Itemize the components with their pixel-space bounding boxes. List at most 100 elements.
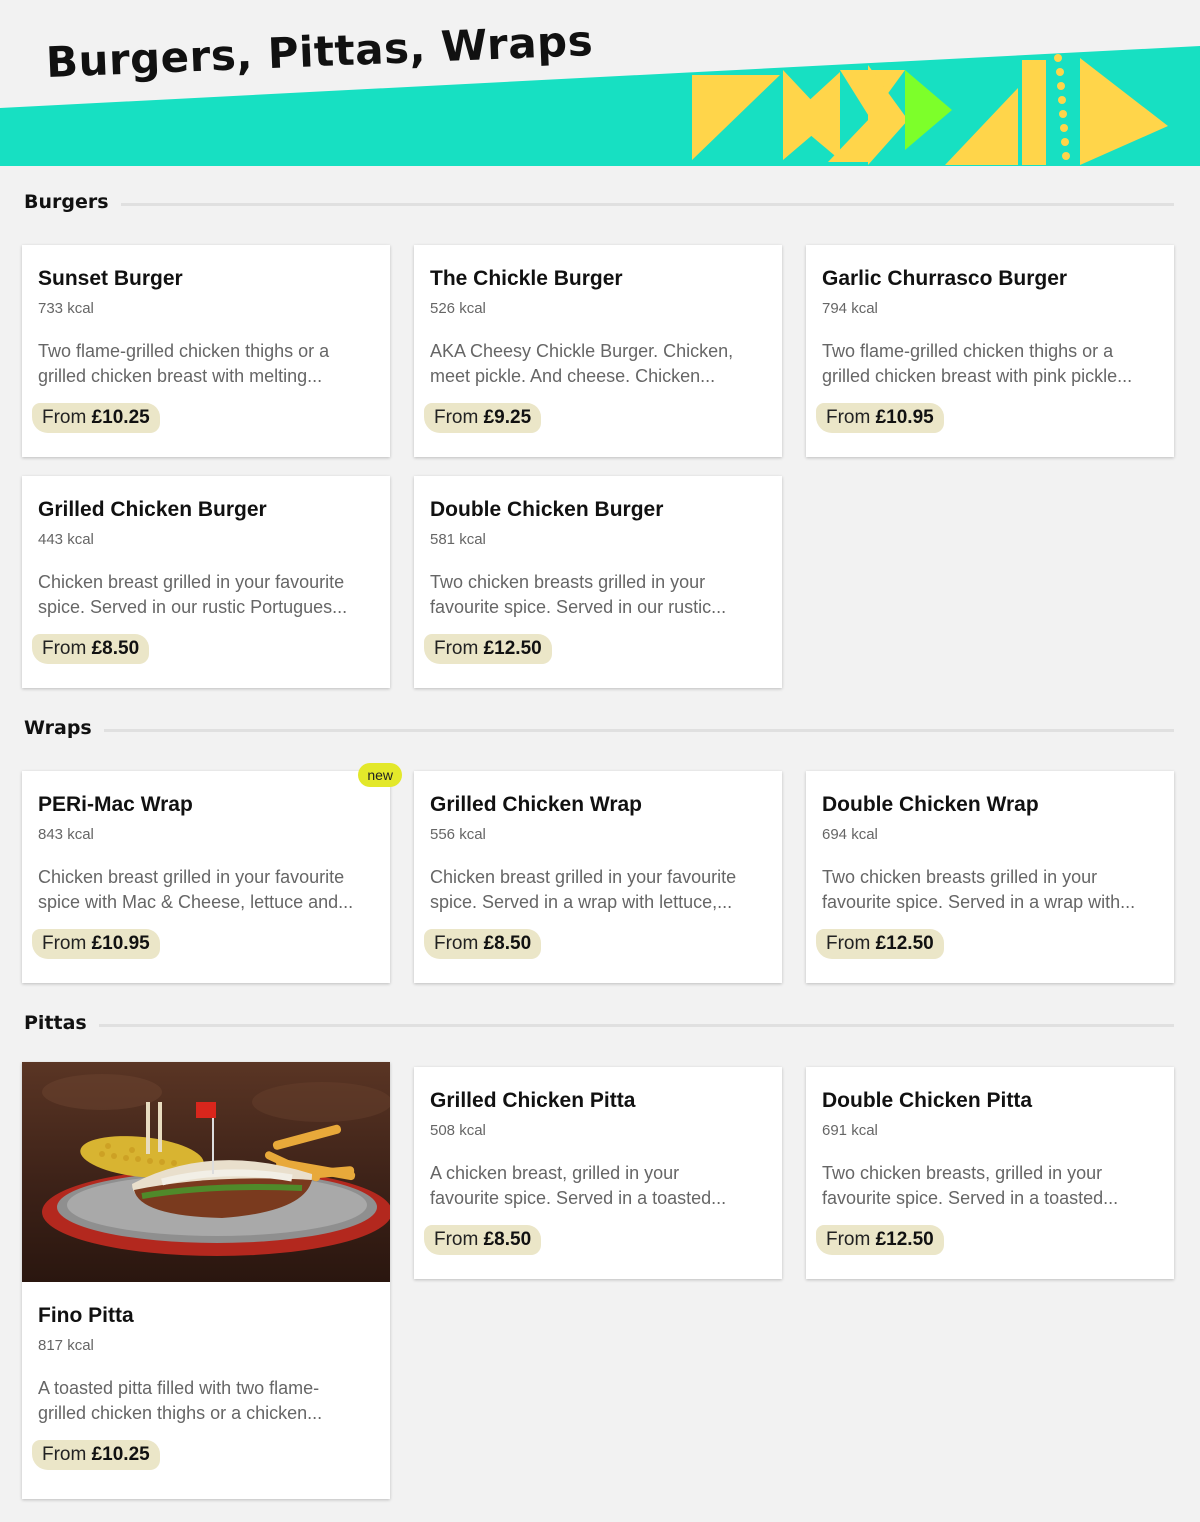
item-name: Double Chicken Burger	[430, 498, 664, 521]
price-prefix: From	[826, 1229, 871, 1250]
menu-card-double-chicken-burger[interactable]: Double Chicken Burger 581 kcal Two chick…	[414, 476, 782, 688]
menu-card-garlic-churrasco-burger[interactable]: Garlic Churrasco Burger 794 kcal Two fla…	[806, 245, 1174, 457]
item-description-line: favourite spice. Served in a toasted...	[822, 1188, 1119, 1208]
item-kcal: 794 kcal	[822, 300, 878, 317]
price-prefix: From	[434, 1229, 479, 1250]
item-description: Two chicken breasts grilled in your favo…	[822, 865, 1158, 915]
item-name: PERi-Mac Wrap	[38, 793, 193, 816]
item-description: Two chicken breasts, grilled in your fav…	[822, 1161, 1158, 1211]
price-value: £12.50	[875, 1229, 934, 1250]
section-title: Wraps	[24, 717, 92, 739]
item-description-line: grilled chicken breast with melting...	[38, 366, 323, 386]
item-name: Garlic Churrasco Burger	[822, 267, 1068, 290]
item-description: A chicken breast, grilled in your favour…	[430, 1161, 766, 1211]
item-description-line: spice with Mac & Cheese, lettuce and...	[38, 892, 354, 912]
item-description-line: Two flame-grilled chicken thighs or a	[38, 341, 330, 361]
item-kcal: 694 kcal	[822, 826, 878, 843]
item-kcal: 691 kcal	[822, 1122, 878, 1139]
item-description: Two chicken breasts grilled in your favo…	[430, 570, 766, 620]
price-value: £10.95	[91, 933, 150, 954]
item-kcal: 443 kcal	[38, 531, 94, 548]
header-banner: Burgers, Pittas, Wraps	[0, 0, 1200, 166]
price-value: £12.50	[483, 638, 542, 659]
price-tag: From £10.25	[32, 403, 160, 433]
item-description: AKA Cheesy Chickle Burger. Chicken, meet…	[430, 339, 766, 389]
menu-card-grilled-chicken-burger[interactable]: Grilled Chicken Burger 443 kcal Chicken …	[22, 476, 390, 688]
item-description-line: favourite spice. Served in a toasted...	[430, 1188, 727, 1208]
item-description-line: Two chicken breasts grilled in your	[430, 572, 706, 592]
item-name: Grilled Chicken Pitta	[430, 1089, 636, 1112]
item-name: Double Chicken Wrap	[822, 793, 1039, 816]
item-kcal: 556 kcal	[430, 826, 486, 843]
price-value: £10.25	[91, 407, 150, 428]
item-description: Two flame-grilled chicken thighs or a gr…	[38, 339, 374, 389]
item-kcal: 581 kcal	[430, 531, 486, 548]
price-tag: From £8.50	[32, 634, 150, 664]
price-tag: From £12.50	[816, 1225, 944, 1255]
price-tag: From £12.50	[816, 929, 944, 959]
section-header-burgers: Burgers	[24, 187, 1174, 217]
price-tag: From £8.50	[424, 929, 542, 959]
menu-card-peri-mac-wrap[interactable]: new PERi-Mac Wrap 843 kcal Chicken breas…	[22, 763, 402, 983]
item-description-line: Chicken breast grilled in your favourite	[38, 572, 345, 592]
price-tag: From £10.95	[816, 403, 944, 433]
price-tag: From £8.50	[424, 1225, 542, 1255]
item-name: Fino Pitta	[38, 1304, 134, 1327]
pitta-plate-photo	[22, 1062, 390, 1282]
menu-card-chickle-burger[interactable]: The Chickle Burger 526 kcal AKA Cheesy C…	[414, 245, 782, 457]
section-header-pittas: Pittas	[24, 1008, 1174, 1038]
price-value: £8.50	[483, 1229, 532, 1250]
item-description-line: Two chicken breasts, grilled in your	[822, 1163, 1103, 1183]
item-description: Chicken breast grilled in your favourite…	[430, 865, 766, 915]
item-description-line: favourite spice. Served in our rustic...	[430, 597, 727, 617]
item-kcal: 843 kcal	[38, 826, 94, 843]
item-description-line: spice. Served in our rustic Portugues...	[38, 597, 348, 617]
menu-card-grilled-chicken-wrap[interactable]: Grilled Chicken Wrap 556 kcal Chicken br…	[414, 771, 782, 983]
price-tag: From £10.95	[32, 929, 160, 959]
item-description-line: grilled chicken breast with pink pickle.…	[822, 366, 1133, 386]
item-kcal: 508 kcal	[430, 1122, 486, 1139]
price-value: £10.95	[875, 407, 934, 428]
item-kcal: 526 kcal	[430, 300, 486, 317]
price-prefix: From	[826, 407, 871, 428]
item-description-line: Chicken breast grilled in your favourite	[430, 867, 737, 887]
item-name: Sunset Burger	[38, 267, 183, 290]
price-prefix: From	[42, 1444, 87, 1465]
section-divider	[98, 1023, 1174, 1027]
item-description-line: Chicken breast grilled in your favourite	[38, 867, 345, 887]
menu-card-double-chicken-pitta[interactable]: Double Chicken Pitta 691 kcal Two chicke…	[806, 1067, 1174, 1279]
item-name: Double Chicken Pitta	[822, 1089, 1033, 1112]
menu-card-double-chicken-wrap[interactable]: Double Chicken Wrap 694 kcal Two chicken…	[806, 771, 1174, 983]
price-tag: From £10.25	[32, 1440, 160, 1470]
item-description-line: Two chicken breasts grilled in your	[822, 867, 1098, 887]
item-description: Chicken breast grilled in your favourite…	[38, 865, 374, 915]
menu-card-grilled-chicken-pitta[interactable]: Grilled Chicken Pitta 508 kcal A chicken…	[414, 1067, 782, 1279]
item-kcal: 733 kcal	[38, 300, 94, 317]
price-prefix: From	[434, 933, 479, 954]
price-value: £10.25	[91, 1444, 150, 1465]
price-prefix: From	[826, 933, 871, 954]
section-divider	[120, 202, 1174, 206]
menu-card-sunset-burger[interactable]: Sunset Burger 733 kcal Two flame-grilled…	[22, 245, 390, 457]
price-tag: From £12.50	[424, 634, 552, 664]
price-prefix: From	[42, 933, 87, 954]
item-kcal: 817 kcal	[38, 1337, 94, 1354]
item-description: Chicken breast grilled in your favourite…	[38, 570, 374, 620]
price-prefix: From	[42, 407, 87, 428]
section-header-wraps: Wraps	[24, 713, 1174, 743]
item-description-line: Two flame-grilled chicken thighs or a	[822, 341, 1114, 361]
item-description: Two flame-grilled chicken thighs or a gr…	[822, 339, 1158, 389]
item-description-line: grilled chicken thighs or a chicken...	[38, 1403, 323, 1423]
price-value: £12.50	[875, 933, 934, 954]
price-value: £8.50	[483, 933, 532, 954]
price-prefix: From	[434, 407, 479, 428]
menu-card-fino-pitta[interactable]: Fino Pitta 817 kcal A toasted pitta fill…	[22, 1062, 390, 1499]
item-description-line: favourite spice. Served in a wrap with..…	[822, 892, 1136, 912]
item-description-line: A chicken breast, grilled in your	[430, 1163, 680, 1183]
item-name: Grilled Chicken Wrap	[430, 793, 642, 816]
price-tag: From £9.25	[424, 403, 542, 433]
item-name: Grilled Chicken Burger	[38, 498, 267, 521]
item-description-line: AKA Cheesy Chickle Burger. Chicken,	[430, 341, 734, 361]
item-description-line: A toasted pitta filled with two flame-	[38, 1378, 320, 1398]
item-description-line: meet pickle. And cheese. Chicken...	[430, 366, 716, 386]
